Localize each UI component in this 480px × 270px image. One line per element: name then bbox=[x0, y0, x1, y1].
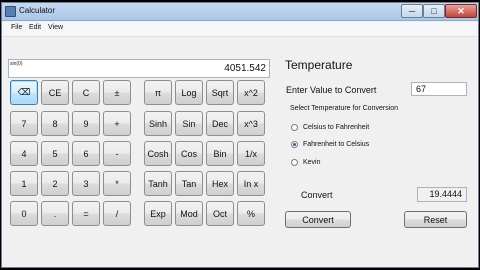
calculator-app-icon bbox=[5, 6, 16, 17]
key-0-5[interactable]: Log bbox=[175, 80, 203, 105]
key-4-4[interactable]: Exp bbox=[144, 201, 172, 226]
radio-label: Celsius to Fahrenheit bbox=[303, 124, 370, 131]
key-3-3[interactable]: * bbox=[103, 171, 131, 196]
key-2-3[interactable]: - bbox=[103, 141, 131, 166]
key-4-5[interactable]: Mod bbox=[175, 201, 203, 226]
key-0-1[interactable]: CE bbox=[41, 80, 69, 105]
key-2-1[interactable]: 5 bbox=[41, 141, 69, 166]
key-1-6[interactable]: Dec bbox=[206, 111, 234, 136]
reset-button[interactable]: Reset bbox=[404, 211, 467, 228]
key-2-0[interactable]: 4 bbox=[10, 141, 38, 166]
key-2-4[interactable]: Cosh bbox=[144, 141, 172, 166]
key-1-5[interactable]: Sin bbox=[175, 111, 203, 136]
calculator-window: Calculator ─ □ ✕ File Edit View 4051.542… bbox=[1, 2, 479, 268]
key-4-2[interactable]: = bbox=[72, 201, 100, 226]
radio-label: Kevin bbox=[303, 159, 321, 166]
radio-button[interactable] bbox=[291, 124, 298, 131]
radio-celsius-to-fahrenheit[interactable]: Celsius to Fahrenheit bbox=[291, 124, 369, 131]
key-2-2[interactable]: 6 bbox=[72, 141, 100, 166]
maximize-button[interactable]: □ bbox=[423, 4, 445, 18]
key-2-5[interactable]: Cos bbox=[175, 141, 203, 166]
conversion-result: 19.4444 bbox=[417, 187, 467, 202]
key-4-0[interactable]: 0 bbox=[10, 201, 38, 226]
key-1-4[interactable]: Sinh bbox=[144, 111, 172, 136]
radio-button[interactable] bbox=[291, 159, 298, 166]
convert-button[interactable]: Convert bbox=[285, 211, 351, 228]
key-1-0[interactable]: 7 bbox=[10, 111, 38, 136]
expression-line: sin(0) bbox=[10, 61, 23, 67]
key-0-0[interactable]: ⌫ bbox=[10, 80, 38, 105]
key-3-4[interactable]: Tanh bbox=[144, 171, 172, 196]
key-0-4[interactable]: π bbox=[144, 80, 172, 105]
display-value: 4051.542 bbox=[224, 63, 266, 74]
temperature-input[interactable]: 67 bbox=[411, 82, 467, 96]
key-0-3[interactable]: ± bbox=[103, 80, 131, 105]
title-bar[interactable]: Calculator ─ □ ✕ bbox=[2, 3, 478, 21]
radio-label: Fahrenheit to Celsius bbox=[303, 141, 370, 148]
minimize-button[interactable]: ─ bbox=[401, 4, 423, 18]
key-3-6[interactable]: Hex bbox=[206, 171, 234, 196]
radio-button-checked[interactable] bbox=[291, 141, 298, 148]
conversion-group-label: Select Temperature for Conversion bbox=[290, 105, 399, 112]
key-1-1[interactable]: 8 bbox=[41, 111, 69, 136]
key-4-7[interactable]: % bbox=[237, 201, 265, 226]
enter-value-label: Enter Value to Convert bbox=[286, 85, 377, 95]
key-4-3[interactable]: / bbox=[103, 201, 131, 226]
key-3-5[interactable]: Tan bbox=[175, 171, 203, 196]
key-3-1[interactable]: 2 bbox=[41, 171, 69, 196]
key-2-7[interactable]: 1/x bbox=[237, 141, 265, 166]
calculator-display: 4051.542 bbox=[8, 59, 270, 78]
key-0-6[interactable]: Sqrt bbox=[206, 80, 234, 105]
key-4-6[interactable]: Oct bbox=[206, 201, 234, 226]
menu-edit[interactable]: Edit bbox=[29, 24, 41, 31]
menu-file[interactable]: File bbox=[11, 24, 22, 31]
key-1-2[interactable]: 9 bbox=[72, 111, 100, 136]
key-3-2[interactable]: 3 bbox=[72, 171, 100, 196]
key-1-7[interactable]: x^3 bbox=[237, 111, 265, 136]
key-0-2[interactable]: C bbox=[72, 80, 100, 105]
radio-kevin[interactable]: Kevin bbox=[291, 159, 321, 166]
window-title: Calculator bbox=[19, 6, 56, 15]
menu-bar: File Edit View bbox=[2, 22, 478, 37]
key-3-0[interactable]: 1 bbox=[10, 171, 38, 196]
key-0-7[interactable]: x^2 bbox=[237, 80, 265, 105]
key-1-3[interactable]: + bbox=[103, 111, 131, 136]
key-3-7[interactable]: In x bbox=[237, 171, 265, 196]
convert-result-label: Convert bbox=[301, 190, 333, 200]
radio-fahrenheit-to-celsius[interactable]: Fahrenheit to Celsius bbox=[291, 141, 369, 148]
temperature-title: Temperature bbox=[285, 58, 353, 72]
close-button[interactable]: ✕ bbox=[445, 4, 477, 18]
key-2-6[interactable]: Bin bbox=[206, 141, 234, 166]
menu-view[interactable]: View bbox=[48, 24, 63, 31]
key-4-1[interactable]: . bbox=[41, 201, 69, 226]
